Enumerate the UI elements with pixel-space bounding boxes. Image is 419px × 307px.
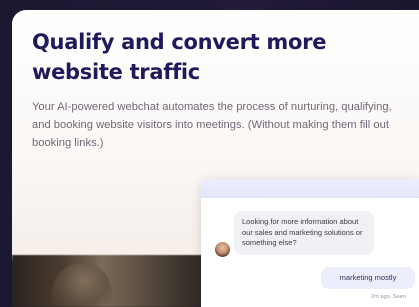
agent-avatar-icon bbox=[214, 241, 231, 258]
hero-headline: Qualify and convert more website traffic bbox=[32, 30, 327, 84]
outgoing-message-bubble: marketing mostly bbox=[321, 267, 415, 289]
incoming-message-bubble: Looking for more information about our s… bbox=[234, 211, 374, 255]
background-photo bbox=[12, 255, 212, 307]
hero-description: Your AI-powered webchat automates the pr… bbox=[32, 101, 392, 149]
message-timestamp: 2m ago. Seen bbox=[371, 294, 406, 300]
page-frame: Qualify and convert more website traffic… bbox=[0, 0, 419, 307]
chat-widget[interactable]: Looking for more information about our s… bbox=[201, 179, 419, 307]
chat-header bbox=[201, 179, 419, 198]
